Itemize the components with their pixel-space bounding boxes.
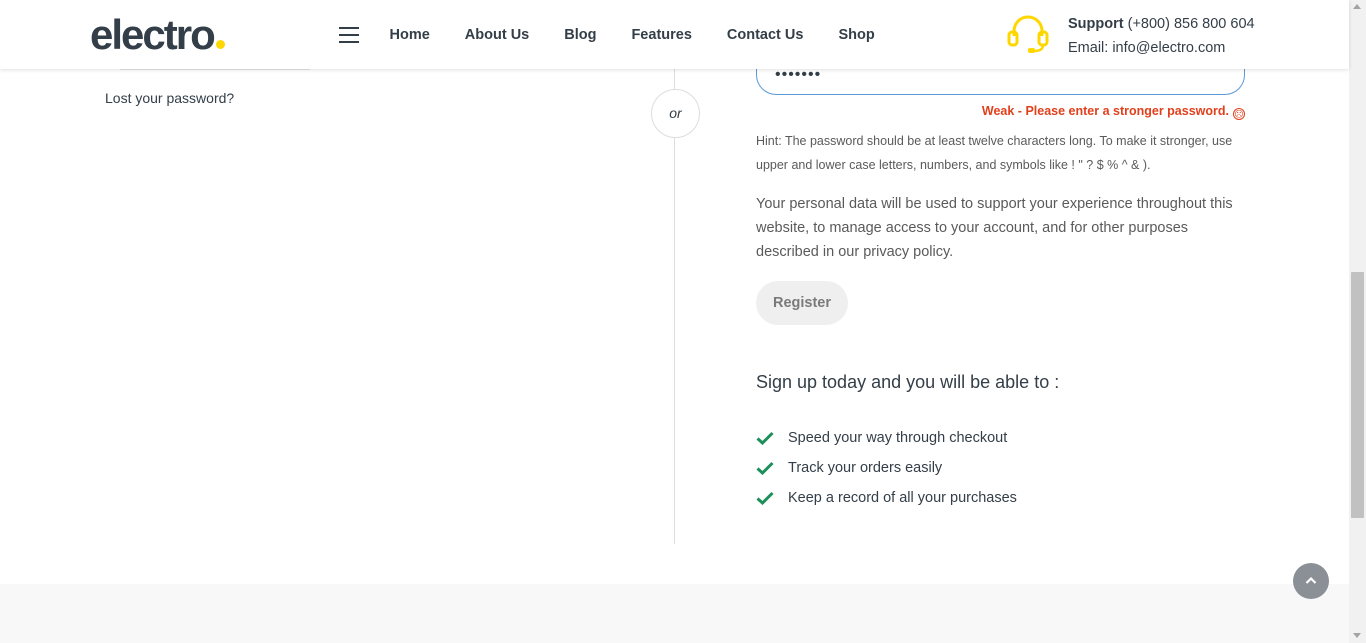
nav-about-us[interactable]: About Us [447, 24, 546, 46]
benefit-item: Keep a record of all your purchases [756, 483, 1017, 513]
or-separator: or [651, 89, 700, 138]
support-label: Support [1068, 16, 1124, 32]
scroll-down-arrow-icon[interactable] [1353, 633, 1361, 638]
column-divider [674, 69, 675, 544]
main-nav: Home About Us Blog Features Contact Us S… [372, 24, 892, 46]
benefits-list: Speed your way through checkout Track yo… [756, 423, 1017, 513]
check-icon [756, 491, 774, 505]
password-strength-message: Weak - Please enter a stronger password.… [756, 104, 1245, 120]
benefit-item: Track your orders easily [756, 453, 1017, 483]
signup-benefits-title: Sign up today and you will be able to : [756, 372, 1060, 392]
left-divider-line [120, 69, 310, 70]
support-email: Email: info@electro.com [1068, 40, 1226, 56]
nav-shop[interactable]: Shop [821, 24, 892, 46]
site-logo[interactable]: electro [90, 12, 225, 58]
privacy-end: . [949, 244, 954, 260]
site-header: electro Home About Us Blog Features Cont… [0, 0, 1349, 69]
support-info: Support (+800) 856 800 604 Email: info@e… [1068, 12, 1255, 60]
benefit-item: Speed your way through checkout [756, 423, 1017, 453]
check-icon [756, 431, 774, 445]
benefit-label: Speed your way through checkout [788, 430, 1008, 446]
logo-text: electro [90, 11, 216, 58]
privacy-text: Your personal data will be used to suppo… [756, 196, 1233, 260]
footer-band [0, 584, 1349, 643]
privacy-policy-link[interactable]: privacy policy [863, 244, 949, 260]
nav-contact-us[interactable]: Contact Us [709, 24, 821, 46]
scrollbar-thumb[interactable] [1351, 272, 1364, 518]
support-phone: (+800) 856 800 604 [1127, 16, 1255, 32]
check-icon [756, 461, 774, 475]
sad-face-icon: ☹ [1233, 108, 1245, 120]
password-hint: Hint: The password should be at least tw… [756, 134, 1233, 172]
nav-home[interactable]: Home [372, 24, 447, 46]
nav-blog[interactable]: Blog [547, 24, 614, 46]
register-button[interactable]: Register [756, 281, 848, 325]
chevron-up-icon [1305, 576, 1317, 584]
privacy-notice: Your personal data will be used to suppo… [756, 192, 1251, 264]
logo-dot [215, 40, 225, 49]
lost-password-link[interactable]: Lost your password? [105, 90, 234, 106]
headset-icon [1007, 15, 1049, 53]
nav-features[interactable]: Features [614, 24, 709, 46]
scroll-up-arrow-icon[interactable] [1353, 4, 1361, 9]
benefit-label: Track your orders easily [788, 460, 943, 476]
menu-toggle-icon[interactable] [339, 27, 359, 43]
strength-text: Weak - Please enter a stronger password. [981, 104, 1229, 118]
back-to-top-button[interactable] [1293, 563, 1329, 599]
benefit-label: Keep a record of all your purchases [788, 490, 1017, 506]
